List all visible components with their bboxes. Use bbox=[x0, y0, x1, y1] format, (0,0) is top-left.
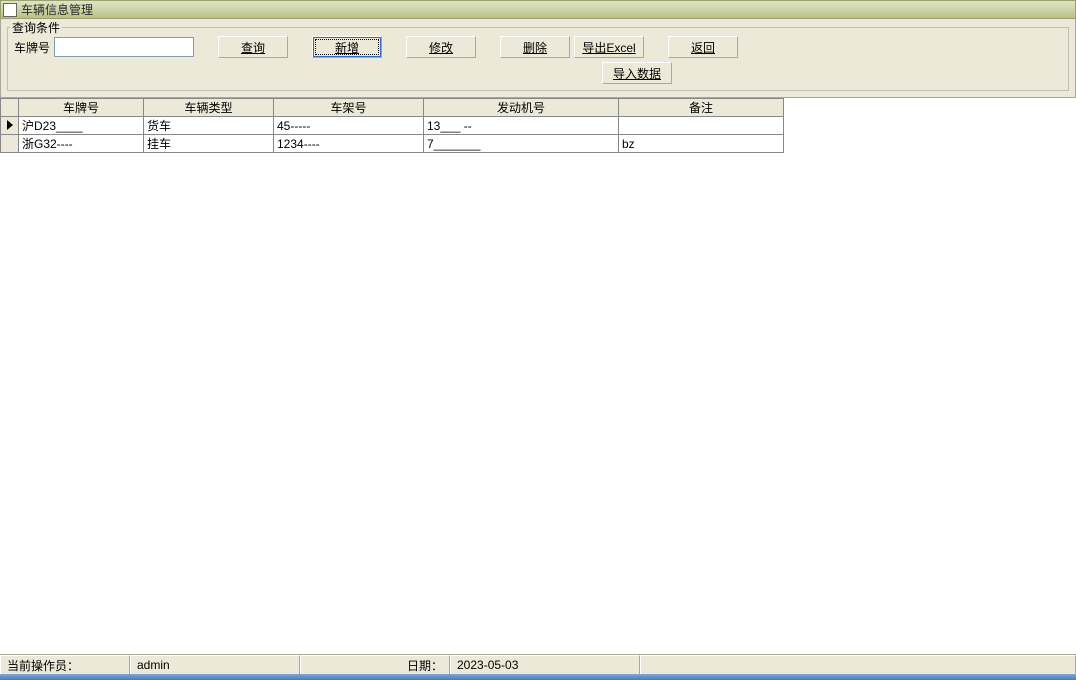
toolbar-area: 查询条件 车牌号 查询 新增 修改 删除 导出Excel 返回 导入数据 bbox=[0, 19, 1076, 98]
add-button[interactable]: 新增 bbox=[312, 36, 382, 58]
table-row[interactable]: 沪D23____货车45-----13___ -- bbox=[1, 117, 784, 135]
status-bar: 当前操作员： admin 日期： 2023-05-03 bbox=[0, 654, 1076, 674]
query-button[interactable]: 查询 bbox=[218, 36, 288, 58]
toolbar-row2: 导入数据 bbox=[14, 58, 1062, 84]
cell[interactable]: bz bbox=[619, 135, 784, 153]
cell[interactable]: 挂车 bbox=[144, 135, 274, 153]
col-header-2[interactable]: 车架号 bbox=[274, 99, 424, 117]
row-selector[interactable] bbox=[1, 117, 19, 135]
back-button[interactable]: 返回 bbox=[668, 36, 738, 58]
cell[interactable]: 1234---- bbox=[274, 135, 424, 153]
cell[interactable] bbox=[619, 117, 784, 135]
window-title: 车辆信息管理 bbox=[21, 1, 93, 18]
cell[interactable]: 浙G32---- bbox=[19, 135, 144, 153]
row-selector-header bbox=[1, 99, 19, 117]
query-group-title: 查询条件 bbox=[10, 19, 62, 36]
window-bottom-bezel bbox=[0, 674, 1076, 680]
export-excel-button[interactable]: 导出Excel bbox=[574, 36, 644, 58]
col-header-0[interactable]: 车牌号 bbox=[19, 99, 144, 117]
plate-input[interactable] bbox=[54, 37, 194, 57]
current-row-arrow-icon bbox=[7, 120, 13, 130]
cell[interactable]: 货车 bbox=[144, 117, 274, 135]
cell[interactable]: 45----- bbox=[274, 117, 424, 135]
cell[interactable]: 7_______ bbox=[424, 135, 619, 153]
col-header-4[interactable]: 备注 bbox=[619, 99, 784, 117]
query-row: 车牌号 查询 新增 修改 删除 导出Excel 返回 bbox=[14, 36, 1062, 58]
data-grid[interactable]: 车牌号车辆类型车架号发动机号备注 沪D23____货车45-----13___ … bbox=[0, 98, 1076, 153]
status-operator-value: admin bbox=[130, 655, 300, 675]
edit-button[interactable]: 修改 bbox=[406, 36, 476, 58]
delete-button[interactable]: 删除 bbox=[500, 36, 570, 58]
title-bar: 车辆信息管理 bbox=[0, 0, 1076, 19]
status-operator-label: 当前操作员： bbox=[0, 655, 130, 675]
query-groupbox: 查询条件 车牌号 查询 新增 修改 删除 导出Excel 返回 导入数据 bbox=[7, 27, 1069, 91]
table-row[interactable]: 浙G32----挂车1234----7_______bz bbox=[1, 135, 784, 153]
cell[interactable]: 13___ -- bbox=[424, 117, 619, 135]
cell[interactable]: 沪D23____ bbox=[19, 117, 144, 135]
plate-label: 车牌号 bbox=[14, 39, 50, 56]
window-icon bbox=[3, 3, 17, 17]
col-header-3[interactable]: 发动机号 bbox=[424, 99, 619, 117]
status-date-label: 日期： bbox=[300, 655, 450, 675]
status-spacer bbox=[640, 655, 1076, 675]
col-header-1[interactable]: 车辆类型 bbox=[144, 99, 274, 117]
row-selector[interactable] bbox=[1, 135, 19, 153]
status-date-value: 2023-05-03 bbox=[450, 655, 640, 675]
import-data-button[interactable]: 导入数据 bbox=[602, 62, 672, 84]
